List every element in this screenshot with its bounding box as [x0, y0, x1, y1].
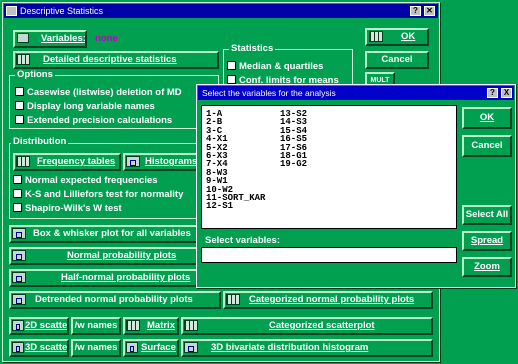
scatter-2d-icon: [12, 320, 24, 331]
categorized-icon: [226, 294, 240, 305]
select-variables-dialog: Select the variables for the analysis ? …: [196, 84, 516, 288]
shapiro-wilk-checkbox[interactable]: Shapiro-Wilk's W test: [13, 203, 122, 214]
normal-probability-button[interactable]: Normal probability plots: [9, 247, 221, 265]
extended-precision-checkbox[interactable]: Extended precision calculations: [15, 115, 172, 126]
options-group-title: Options: [15, 69, 55, 80]
frequency-table-icon: [16, 156, 30, 167]
box-whisker-button[interactable]: Box & whisker plot for all variables: [9, 225, 221, 243]
variables-value: none: [95, 33, 118, 44]
categorized-normal-button[interactable]: Categorized normal probability plots: [223, 291, 433, 309]
statistics-group-title: Statistics: [229, 43, 276, 54]
variable-item[interactable]: 19-G2: [280, 160, 307, 169]
variables-column-2: 13-S2 14-S3 15-S4 16-S5 17-S6 18-G1 19-G…: [280, 109, 307, 169]
frequency-tables-button[interactable]: Frequency tables: [13, 153, 121, 171]
ok-icon: [369, 31, 383, 42]
dialog-title-bar[interactable]: Select the variables for the analysis ? …: [198, 86, 514, 100]
table-icon: [16, 54, 30, 65]
main-ok-button[interactable]: OK: [365, 28, 429, 46]
half-normal-icon: [12, 272, 26, 283]
histogram-icon: [126, 156, 140, 167]
detrended-button[interactable]: Detrended normal probability plots: [9, 291, 221, 309]
dialog-ok-button[interactable]: OK: [462, 107, 512, 129]
distribution-group-title: Distribution: [11, 136, 69, 147]
detrended-icon: [12, 294, 26, 305]
zoom-button[interactable]: Zoom: [462, 257, 512, 277]
half-normal-button[interactable]: Half-normal probability plots: [9, 269, 221, 287]
variable-item[interactable]: 12-S1: [206, 202, 265, 211]
matrix-button[interactable]: Matrix: [123, 317, 179, 335]
dialog-help-button[interactable]: ?: [487, 88, 498, 98]
surface-icon: [126, 342, 138, 353]
main-title: Descriptive Statistics: [20, 6, 104, 16]
spread-button[interactable]: Spread: [462, 231, 512, 251]
detailed-descriptive-button[interactable]: Detailed descriptive statistics: [13, 51, 219, 69]
system-menu-icon[interactable]: [6, 6, 17, 16]
select-variables-input[interactable]: [201, 247, 457, 263]
wnames-3d-button[interactable]: /w names: [71, 339, 121, 357]
wnames-2d-button[interactable]: /w names: [71, 317, 121, 335]
normal-plot-icon: [12, 250, 26, 261]
variables-button[interactable]: Variables:: [13, 30, 87, 48]
variables-icon: [17, 33, 29, 43]
long-names-checkbox[interactable]: Display long variable names: [15, 101, 155, 112]
ks-lilliefors-checkbox[interactable]: K-S and Lilliefors test for normality: [13, 189, 183, 200]
box-plot-icon: [12, 228, 26, 239]
bivariate-histogram-button[interactable]: 3D bivariate distribution histogram: [181, 339, 433, 357]
median-quartiles-checkbox[interactable]: Median & quartiles: [227, 61, 323, 72]
matrix-icon: [126, 320, 140, 331]
scatter-3d-icon: [12, 342, 24, 353]
select-variables-label: Select variables:: [205, 235, 280, 246]
normal-expected-checkbox[interactable]: Normal expected frequencies: [13, 175, 158, 186]
dialog-title: Select the variables for the analysis: [202, 88, 336, 98]
help-title-button[interactable]: ?: [410, 6, 421, 16]
main-cancel-button[interactable]: Cancel: [365, 51, 429, 69]
scatter-3d-button[interactable]: 3D scatterp.: [9, 339, 69, 357]
dialog-cancel-button[interactable]: Cancel: [462, 135, 512, 157]
bivariate-icon: [184, 342, 198, 353]
close-title-button[interactable]: ✕: [424, 6, 435, 16]
categorized-scatter-button[interactable]: Categorized scatterplot: [181, 317, 433, 335]
scatter-2d-button[interactable]: 2D scatterp.: [9, 317, 69, 335]
variables-listbox[interactable]: 1-A 2-B 3-C 4-X1 5-X2 6-X3 7-X4 8-W3 9-W…: [201, 105, 457, 229]
select-all-button[interactable]: Select All: [462, 205, 512, 225]
variables-column-1: 1-A 2-B 3-C 4-X1 5-X2 6-X3 7-X4 8-W3 9-W…: [206, 109, 265, 211]
main-title-bar[interactable]: Descriptive Statistics ? ✕: [4, 4, 438, 18]
surface-button[interactable]: Surface: [123, 339, 179, 357]
dialog-close-button[interactable]: X: [501, 88, 512, 98]
casewise-checkbox[interactable]: Casewise (listwise) deletion of MD: [15, 87, 182, 98]
categorized-scatter-icon: [184, 320, 198, 331]
